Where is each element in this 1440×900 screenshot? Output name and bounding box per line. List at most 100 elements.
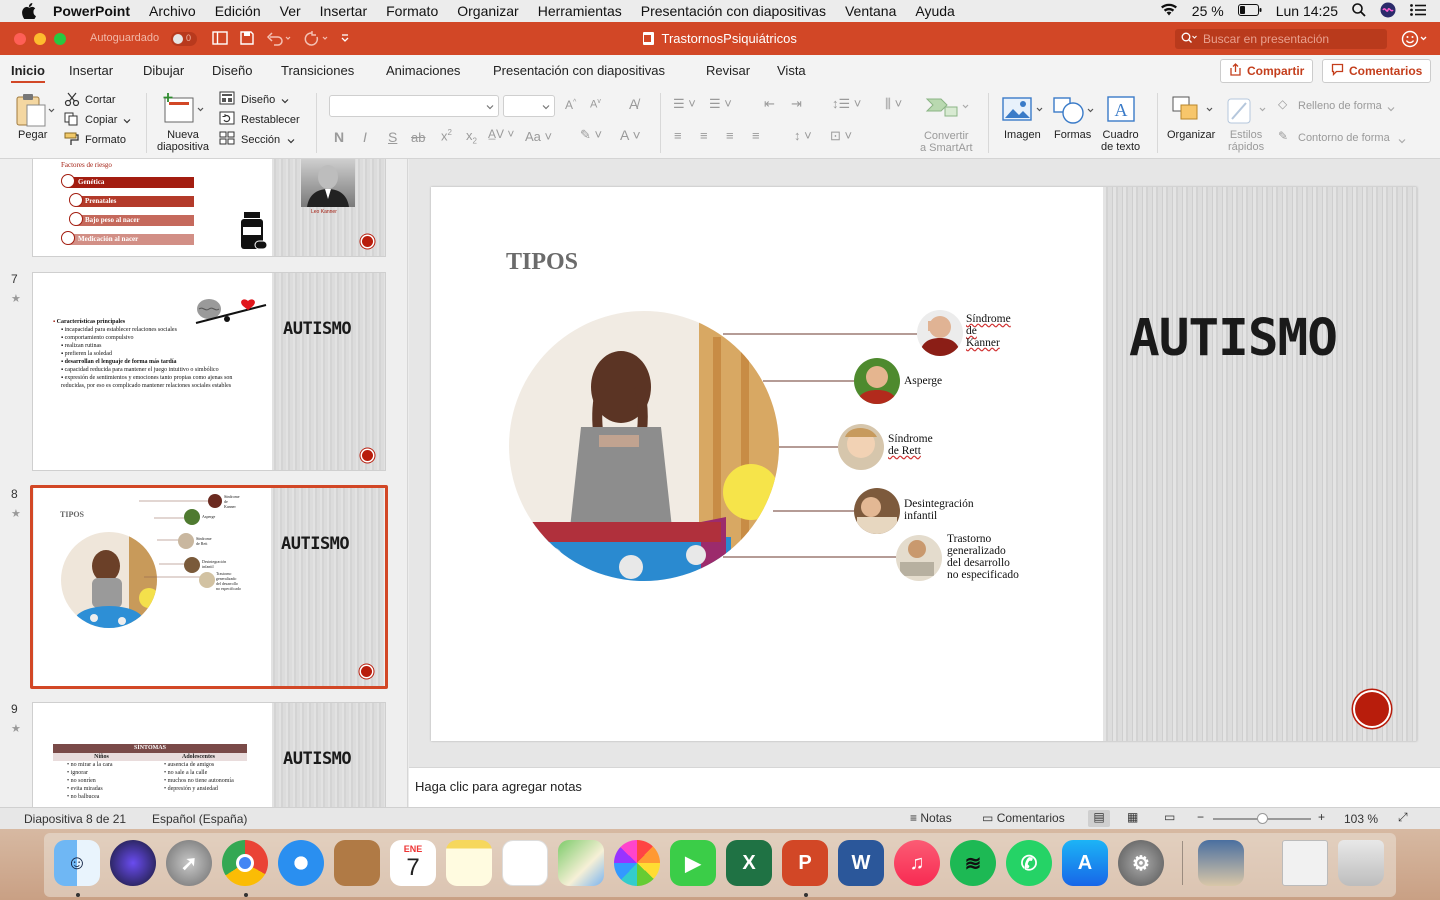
image-label[interactable]: Imagen [1004, 129, 1041, 141]
shape-fill-label[interactable]: Relleno de forma [1298, 100, 1382, 112]
smartart-label[interactable]: Convertir a SmartArt [920, 130, 973, 154]
text-direction-icon[interactable]: ↕ ˅ [794, 128, 812, 143]
menu-app-powerpoint[interactable]: PowerPoint [53, 3, 130, 19]
reset-icon[interactable] [219, 111, 235, 128]
paste-icon[interactable] [14, 93, 56, 130]
menu-ver[interactable]: Ver [280, 3, 301, 19]
slide-thumbnail-9[interactable]: AUTISMO SÍNTOMAS Niños Adolescentes • no… [32, 702, 386, 807]
language-status[interactable]: Español (España) [152, 812, 247, 826]
current-slide[interactable]: TIPOS AUTISMO Síndrome de Kanner Asperge… [431, 187, 1417, 741]
shape-outline-label[interactable]: Contorno de forma [1298, 132, 1390, 144]
search-presentation-field[interactable]: Buscar en presentación [1175, 29, 1387, 49]
whatsapp-icon[interactable]: ✆ [1006, 840, 1052, 886]
line-spacing-icon[interactable]: ↕☰ ˅ [832, 96, 861, 112]
chrome-window-minimized-icon[interactable] [1282, 840, 1328, 886]
quick-styles-icon[interactable] [1224, 94, 1270, 129]
justify-icon[interactable]: ≡ [752, 128, 760, 143]
fill-bucket-icon[interactable]: ◇ [1278, 97, 1287, 111]
type-label-asperge[interactable]: Asperge [904, 375, 942, 387]
font-family-select[interactable] [329, 95, 499, 117]
font-color-icon[interactable]: A ˅ [620, 127, 641, 143]
comments-button[interactable]: Comentarios [1322, 59, 1432, 83]
shrink-font-icon[interactable]: Av [590, 98, 601, 111]
tab-insertar[interactable]: Insertar [69, 63, 113, 78]
menu-herramientas[interactable]: Herramientas [538, 3, 622, 19]
shapes-label[interactable]: Formas [1054, 129, 1091, 141]
section-chevron-icon[interactable] [287, 134, 295, 148]
cut-label[interactable]: Cortar [85, 94, 116, 106]
bold-button[interactable]: N [334, 129, 344, 145]
trash-icon[interactable] [1338, 840, 1384, 886]
type-label-disintegration[interactable]: Desintegración infantil [904, 498, 974, 522]
contacts-icon[interactable] [334, 840, 380, 886]
presenter-view-icon[interactable]: ▭ [1164, 810, 1175, 824]
slide-red-circle[interactable] [1355, 692, 1389, 726]
music-icon[interactable]: ♫ [894, 840, 940, 886]
slide-sorter-icon[interactable]: ▦ [1127, 810, 1138, 824]
powerpoint-icon[interactable]: P [782, 840, 828, 886]
maps-icon[interactable] [558, 840, 604, 886]
subscript-icon[interactable]: x2 [466, 128, 477, 146]
character-spacing-icon[interactable]: A̲V ˅ [488, 127, 514, 141]
shape-outline-chevron-icon[interactable] [1398, 134, 1406, 148]
type-label-pdd-nos[interactable]: Trastorno generalizado del desarrollo no… [947, 533, 1019, 581]
photos-icon[interactable] [614, 840, 660, 886]
excel-icon[interactable]: X [726, 840, 772, 886]
notes-pane[interactable]: Haga clic para agregar notas [409, 767, 1440, 807]
layout-icon[interactable] [219, 91, 235, 108]
italic-button[interactable]: I [363, 129, 367, 145]
notification-center-icon[interactable] [1410, 3, 1426, 19]
menu-edicion[interactable]: Edición [215, 3, 261, 19]
bullets-icon[interactable]: ☰ ˅ [673, 96, 696, 112]
grow-font-icon[interactable]: A^ [565, 98, 576, 112]
outline-pen-icon[interactable]: ✎ [1278, 129, 1288, 143]
zoom-slider-thumb[interactable] [1257, 813, 1268, 824]
arrange-icon[interactable] [1170, 94, 1216, 127]
system-preferences-icon[interactable]: ⚙ [1118, 840, 1164, 886]
rett-avatar[interactable] [838, 424, 884, 470]
tab-transiciones[interactable]: Transiciones [281, 63, 354, 78]
finder-icon[interactable]: ☺ [54, 840, 100, 886]
zoom-out-icon[interactable]: − [1197, 810, 1204, 824]
asperger-avatar[interactable] [854, 358, 900, 404]
reminders-icon[interactable] [502, 840, 548, 886]
format-painter-icon[interactable] [64, 132, 80, 149]
align-text-icon[interactable]: ⊡ ˅ [830, 128, 852, 144]
menu-organizar[interactable]: Organizar [457, 3, 518, 19]
slide-thumbnail-6[interactable]: Factores de riesgo Genética Prenatales B… [32, 159, 386, 257]
copy-icon[interactable] [64, 112, 80, 129]
facetime-icon[interactable]: ▶ [670, 840, 716, 886]
calendar-icon[interactable]: ENE 7 [390, 840, 436, 886]
launchpad-icon[interactable]: ➚ [166, 840, 212, 886]
change-case-button[interactable]: Aa ˅ [525, 129, 552, 144]
quick-styles-label[interactable]: Estilos rápidos [1228, 129, 1264, 153]
chrome-icon[interactable] [222, 840, 268, 886]
copy-dropdown-chevron-icon[interactable] [123, 114, 131, 128]
comments-toggle[interactable]: ▭ Comentarios [982, 811, 1065, 825]
align-left-icon[interactable]: ≡ [674, 128, 682, 143]
normal-view-icon[interactable]: ▤ [1088, 810, 1110, 827]
format-label[interactable]: Formato [85, 134, 126, 146]
increase-indent-icon[interactable]: ⇥ [791, 96, 802, 112]
fit-to-window-icon[interactable]: ⤢ [1398, 810, 1408, 825]
shapes-icon[interactable] [1051, 95, 1097, 128]
share-button[interactable]: Compartir [1220, 59, 1314, 83]
underline-button[interactable]: S [388, 129, 397, 145]
spotify-icon[interactable]: ≋ [950, 840, 996, 886]
smiley-feedback-icon[interactable] [1401, 30, 1427, 51]
tab-vista[interactable]: Vista [777, 63, 806, 78]
slide-thumbnail-7[interactable]: AUTISMO ▪ Características principales ▪ … [32, 272, 386, 471]
notes-app-icon[interactable] [446, 840, 492, 886]
font-size-select[interactable] [503, 95, 555, 117]
safari-icon[interactable] [278, 840, 324, 886]
textbox-label[interactable]: Cuadro de texto [1101, 129, 1140, 153]
zoom-in-icon[interactable]: + [1318, 810, 1325, 824]
menu-archivo[interactable]: Archivo [149, 3, 196, 19]
align-right-icon[interactable]: ≡ [726, 128, 734, 143]
layout-label[interactable]: Diseño [241, 94, 275, 106]
menu-formato[interactable]: Formato [386, 3, 438, 19]
image-icon[interactable] [1001, 96, 1047, 127]
battery-icon[interactable] [1237, 3, 1262, 19]
slide-title[interactable]: AUTISMO [1129, 309, 1338, 368]
section-icon[interactable] [219, 131, 235, 148]
